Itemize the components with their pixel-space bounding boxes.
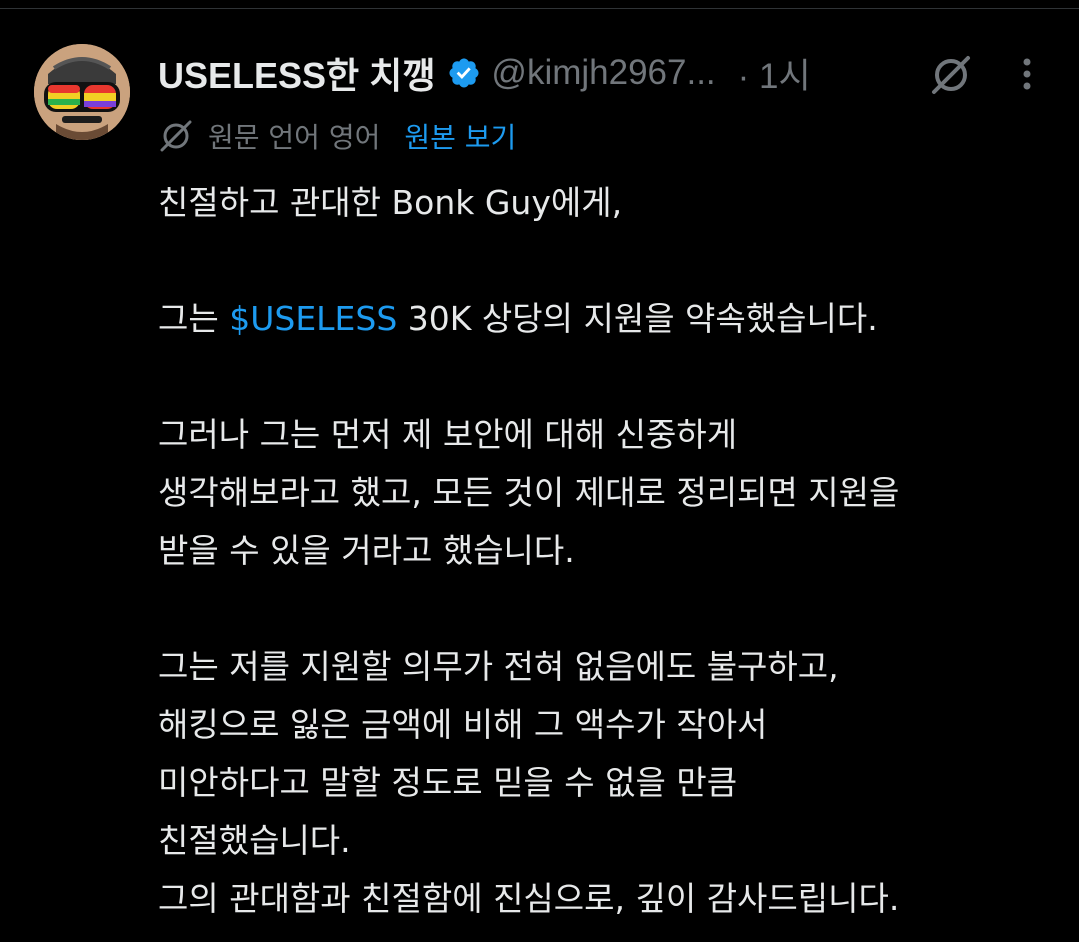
display-name[interactable]: USELESS한 치깽 <box>158 47 435 99</box>
verified-badge-icon <box>447 56 481 90</box>
tweet-line: 받을 수 있을 거라고 했습니다. <box>158 531 575 570</box>
tweet-line: 그는 $USELESS 30K 상당의 지원을 약속했습니다. <box>158 290 1058 348</box>
top-divider <box>0 8 1079 9</box>
grok-icon[interactable] <box>928 52 974 98</box>
tweet-line: 생각해보라고 했고, 모든 것이 제대로 정리되면 지원을 <box>158 473 900 512</box>
tweet-line: 친절했습니다. <box>158 821 351 860</box>
avatar[interactable] <box>34 44 130 140</box>
show-original-link[interactable]: 원본 보기 <box>404 116 516 156</box>
tweet-text-segment: 그는 <box>158 299 230 338</box>
tweet-line: 친절하고 관대한 Bonk Guy에게, <box>158 183 623 222</box>
more-vertical-icon[interactable] <box>1014 54 1040 94</box>
translation-bar: 원문 언어 영어 원본 보기 <box>158 114 516 158</box>
cashtag-link[interactable]: $USELESS <box>229 299 397 338</box>
avatar-image <box>34 44 130 140</box>
tweet-header: USELESS한 치깽 @kimjh2967... · 1시 <box>158 48 811 98</box>
translation-source-label: 원문 언어 영어 <box>208 121 381 154</box>
author-handle[interactable]: @kimjh2967... <box>491 53 715 93</box>
tweet-line: 그러나 그는 먼저 제 보안에 대해 신중하게 <box>158 415 738 454</box>
tweet-line: 그는 저를 지원할 의무가 전혀 없음에도 불구하고, <box>158 647 839 686</box>
tweet-line: 미안하다고 말할 정도로 믿을 수 없을 만큼 <box>158 763 738 802</box>
tweet-text-segment: 30K 상당의 지원을 약속했습니다. <box>397 299 878 338</box>
tweet-time[interactable]: · 1시 <box>738 48 811 99</box>
grok-translate-icon <box>158 118 194 154</box>
tweet-line: 해킹으로 잃은 금액에 비해 그 액수가 작아서 <box>158 705 768 744</box>
tweet-line: 그의 관대함과 친절함에 진심으로, 깊이 감사드립니다. <box>158 879 900 918</box>
tweet-text: 친절하고 관대한 Bonk Guy에게, 그는 $USELESS 30K 상당의… <box>158 174 1058 928</box>
